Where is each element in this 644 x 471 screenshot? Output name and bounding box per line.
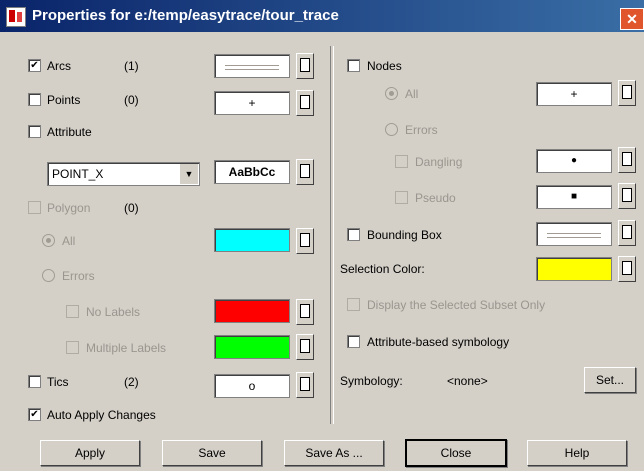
attribute-symbology-checkbox[interactable]	[347, 335, 360, 348]
points-symbol-button[interactable]	[296, 90, 314, 116]
save-button[interactable]: Save	[162, 440, 262, 466]
nodes-label: Nodes	[367, 59, 402, 73]
points-symbol-swatch[interactable]: +	[214, 91, 290, 115]
nodes-all-label: All	[405, 87, 419, 101]
nodes-errors-label: Errors	[405, 123, 438, 137]
arcs-symbol-button[interactable]	[296, 53, 314, 79]
attribute-checkbox[interactable]	[28, 125, 41, 138]
arcs-checkbox[interactable]: ✔	[28, 59, 41, 72]
points-checkbox[interactable]	[28, 93, 41, 106]
pseudo-checkbox	[395, 191, 408, 204]
font-sample[interactable]: AaBbCc	[214, 160, 290, 184]
title-bar: Properties for e:/temp/easytrace/tour_tr…	[0, 0, 644, 32]
attribute-select[interactable]: POINT_X ▼	[47, 162, 200, 186]
tics-symbol-swatch[interactable]: o	[214, 374, 290, 398]
arcs-symbol-swatch[interactable]	[214, 54, 290, 78]
dangling-label: Dangling	[415, 155, 463, 169]
set-symbology-button[interactable]: Set...	[584, 367, 636, 393]
arcs-count: (1)	[124, 59, 139, 73]
tics-count: (2)	[124, 375, 139, 389]
pseudo-symbol[interactable]: ■	[536, 185, 612, 209]
multiple-labels-label: Multiple Labels	[86, 341, 167, 355]
save-as-button[interactable]: Save As ...	[284, 440, 384, 466]
display-selected-checkbox	[347, 298, 360, 311]
multiple-labels-checkbox	[66, 341, 79, 354]
polygon-count: (0)	[124, 201, 139, 215]
symbology-label: Symbology:	[340, 374, 403, 388]
nodes-all-symbol-button[interactable]	[618, 80, 636, 106]
selection-color-swatch[interactable]	[536, 257, 612, 281]
app-icon	[6, 7, 26, 27]
bounding-box-label: Bounding Box	[367, 228, 442, 242]
points-label: Points	[47, 93, 81, 107]
tics-checkbox[interactable]	[28, 375, 41, 388]
polygon-all-color[interactable]	[214, 228, 290, 252]
polygon-errors-radio	[42, 269, 55, 282]
arcs-label: Arcs	[47, 59, 71, 73]
attribute-label: Attribute	[47, 125, 92, 139]
polygon-label: Polygon	[47, 201, 91, 215]
polygon-checkbox	[28, 201, 41, 214]
bounding-box-checkbox[interactable]	[347, 228, 360, 241]
multiple-labels-color[interactable]	[214, 335, 290, 359]
chevron-down-icon[interactable]: ▼	[179, 164, 198, 184]
close-window-button[interactable]: ✕	[620, 8, 644, 30]
nodes-all-symbol[interactable]: +	[536, 82, 612, 106]
dangling-symbol-button[interactable]	[618, 147, 636, 173]
auto-apply-checkbox[interactable]: ✔	[28, 408, 41, 421]
no-labels-color-button[interactable]	[296, 299, 314, 325]
pseudo-symbol-button[interactable]	[618, 183, 636, 209]
multiple-labels-color-button[interactable]	[296, 334, 314, 360]
no-labels-color[interactable]	[214, 299, 290, 323]
nodes-checkbox[interactable]	[347, 59, 360, 72]
attribute-select-value: POINT_X	[52, 167, 104, 181]
help-button[interactable]: Help	[527, 440, 627, 466]
tics-label: Tics	[47, 375, 69, 389]
close-button[interactable]: Close	[405, 439, 507, 467]
no-labels-checkbox	[66, 305, 79, 318]
dangling-checkbox	[395, 155, 408, 168]
points-count: (0)	[124, 93, 139, 107]
polygon-all-color-button[interactable]	[296, 228, 314, 254]
polygon-all-label: All	[62, 234, 76, 248]
selection-color-button[interactable]	[618, 256, 636, 282]
window-title: Properties for e:/temp/easytrace/tour_tr…	[32, 7, 339, 24]
attribute-symbology-label: Attribute-based symbology	[367, 335, 510, 349]
symbology-value: <none>	[447, 374, 488, 388]
no-labels-label: No Labels	[86, 305, 141, 319]
selection-color-label: Selection Color:	[340, 262, 425, 276]
nodes-errors-radio	[385, 123, 398, 136]
nodes-all-radio	[385, 87, 398, 100]
bounding-box-symbol-button[interactable]	[618, 220, 636, 246]
auto-apply-label: Auto Apply Changes	[47, 408, 156, 422]
apply-button[interactable]: Apply	[40, 440, 140, 466]
bounding-box-symbol[interactable]	[536, 222, 612, 246]
dangling-symbol[interactable]: ●	[536, 149, 612, 173]
tics-symbol-button[interactable]	[296, 372, 314, 398]
polygon-errors-label: Errors	[62, 269, 95, 283]
font-button[interactable]	[296, 159, 314, 185]
column-divider	[330, 46, 334, 424]
pseudo-label: Pseudo	[415, 191, 456, 205]
display-selected-label: Display the Selected Subset Only	[367, 298, 546, 312]
polygon-all-radio	[42, 234, 55, 247]
